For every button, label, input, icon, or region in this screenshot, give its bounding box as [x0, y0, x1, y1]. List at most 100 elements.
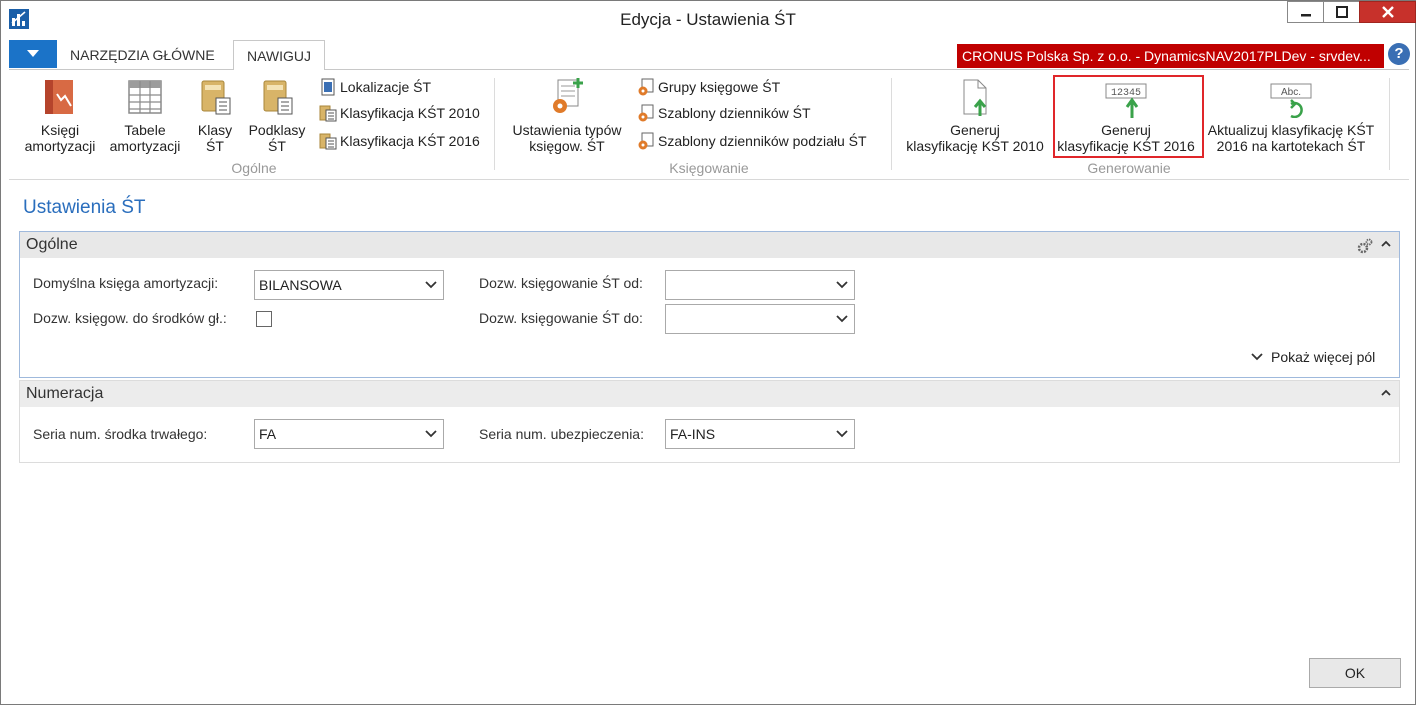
document-list-icon	[319, 104, 337, 122]
fa-nos-select[interactable]: FA	[254, 419, 444, 449]
ins-nos-value: FA-INS	[670, 426, 716, 442]
tab-home[interactable]: NARZĘDZIA GŁÓWNE	[57, 40, 228, 71]
classification-kst2010-button[interactable]: Klasyfikacja KŚT 2010	[319, 102, 480, 124]
group-separator	[891, 78, 892, 170]
depreciation-tables-button[interactable]: Tabele amortyzacji	[105, 76, 185, 154]
fasttab-general-header[interactable]: Ogólne	[20, 232, 1399, 258]
group-separator	[1389, 78, 1390, 170]
update-kst2016-button[interactable]: Abc. Aktualizuj klasyfikację KŚT 2016 na…	[1203, 76, 1379, 154]
label-line-1: Tabele	[124, 122, 166, 138]
ribbon: Księgi amortyzacji Tabele amortyzacji Kl…	[9, 70, 1409, 180]
gear-icon[interactable]	[1357, 237, 1373, 263]
allow-posting-from-select[interactable]	[665, 270, 855, 300]
journal-templates-button[interactable]: Szablony dzienników ŚT	[637, 102, 811, 124]
journal-templates-label: Szablony dzienników ŚT	[658, 105, 811, 121]
tab-navigate[interactable]: NAWIGUJ	[233, 40, 326, 71]
label-line-1: Księgi	[40, 122, 80, 138]
label-line-1: Klasy	[197, 122, 233, 138]
highlight-frame	[1053, 75, 1204, 158]
chevron-down-icon	[1251, 353, 1263, 361]
chevron-down-icon	[836, 430, 848, 438]
triangle-down-icon	[27, 50, 39, 57]
abc-icon-text: Abc.	[1281, 87, 1301, 98]
default-depr-book-value: BILANSOWA	[259, 277, 342, 293]
label-line-2: amortyzacji	[24, 138, 96, 154]
chevron-down-icon	[425, 430, 437, 438]
allow-posting-main-label: Dozw. księgow. do środków gł.:	[33, 310, 227, 326]
group-label-generate: Generowanie	[1087, 160, 1171, 176]
label-line-1: Podklasy	[248, 122, 306, 138]
book-stack-icon	[41, 76, 79, 118]
label-line-2: ŚT	[206, 138, 224, 154]
title-bar: Edycja - Ustawienia ŚT	[1, 1, 1416, 38]
classes-button[interactable]: Klasy ŚT	[189, 76, 241, 154]
ribbon-tabs: NARZĘDZIA GŁÓWNE NAWIGUJ CRONUS Polska S…	[9, 38, 1410, 71]
allow-posting-main-checkbox[interactable]	[256, 311, 272, 327]
help-icon[interactable]: ?	[1388, 43, 1410, 65]
fasttab-general-title: Ogólne	[26, 236, 78, 253]
abc-refresh-icon: Abc.	[1261, 76, 1321, 119]
gear-document-icon	[637, 132, 655, 150]
window: Edycja - Ustawienia ŚT NARZĘDZIA GŁÓWNE …	[0, 0, 1416, 705]
alloc-journal-templates-label: Szablony dzienników podziału ŚT	[658, 133, 867, 149]
ins-nos-select[interactable]: FA-INS	[665, 419, 855, 449]
fasttab-numbering-header[interactable]: Numeracja	[20, 381, 1399, 407]
application-menu-button[interactable]	[9, 40, 57, 68]
label-line-1: Generuj	[950, 122, 1000, 138]
chevron-down-icon	[836, 315, 848, 323]
show-more-fields-link[interactable]: Pokaż więcej pól	[1251, 349, 1375, 365]
allocation-journal-templates-button[interactable]: Szablony dzienników podziału ŚT	[637, 130, 867, 152]
kst2016-label: Klasyfikacja KŚT 2016	[340, 133, 480, 149]
allow-posting-to-label: Dozw. księgowanie ŚT do:	[479, 310, 643, 326]
chevron-down-icon	[836, 281, 848, 289]
label-line-2: klasyfikację KŚT 2010	[906, 138, 1044, 154]
allow-posting-from-label: Dozw. księgowanie ŚT od:	[479, 275, 643, 291]
window-title: Edycja - Ustawienia ŚT	[620, 10, 796, 29]
setup-gear-icon	[548, 76, 586, 118]
locations-label: Lokalizacje ŚT	[340, 79, 432, 95]
gear-document-icon	[637, 78, 655, 96]
label-line-1: Aktualizuj klasyfikację KŚT	[1207, 122, 1375, 138]
posting-groups-button[interactable]: Grupy księgowe ŚT	[637, 76, 780, 98]
label-line-2: ŚT	[268, 138, 286, 154]
folder-list-icon	[258, 76, 296, 118]
label-line-2: księgow. ŚT	[529, 138, 605, 154]
table-icon	[126, 76, 164, 118]
default-depr-book-select[interactable]: BILANSOWA	[254, 270, 444, 300]
document-arrow-icon	[956, 76, 994, 118]
fa-nos-value: FA	[259, 426, 277, 442]
default-depr-book-label: Domyślna księga amortyzacji:	[33, 275, 219, 291]
ok-button[interactable]: OK	[1309, 658, 1401, 688]
gear-document-icon	[637, 104, 655, 122]
posting-groups-label: Grupy księgowe ŚT	[658, 79, 781, 95]
folder-list-icon	[196, 76, 234, 118]
close-button[interactable]	[1359, 1, 1416, 23]
document-list-icon	[319, 78, 337, 96]
minimize-button[interactable]	[1287, 1, 1324, 23]
subclasses-button[interactable]: Podklasy ŚT	[243, 76, 311, 154]
company-banner: CRONUS Polska Sp. z o.o. - DynamicsNAV20…	[957, 44, 1384, 68]
show-more-label: Pokaż więcej pól	[1271, 349, 1376, 365]
chevron-down-icon	[425, 281, 437, 289]
group-label-posting: Księgowanie	[669, 160, 749, 176]
depreciation-books-button[interactable]: Księgi amortyzacji	[15, 76, 105, 154]
posting-type-setup-button[interactable]: Ustawienia typów księgow. ŚT	[503, 76, 631, 154]
chevron-up-icon[interactable]	[1381, 381, 1391, 407]
chevron-up-icon[interactable]	[1381, 232, 1391, 258]
group-label-general: Ogólne	[231, 160, 277, 176]
page-title: Ustawienia ŚT	[23, 197, 146, 218]
classification-kst2016-button[interactable]: Klasyfikacja KŚT 2016	[319, 130, 480, 152]
document-list-icon	[319, 132, 337, 150]
group-separator	[494, 78, 495, 170]
fasttab-numbering-title: Numeracja	[26, 385, 104, 402]
allow-posting-to-select[interactable]	[665, 304, 855, 334]
label-line-2: amortyzacji	[109, 138, 181, 154]
label-line-2: 2016 na kartotekach ŚT	[1216, 138, 1366, 154]
fa-nos-label: Seria num. środka trwałego:	[33, 426, 208, 442]
label-line-1: Ustawienia typów	[512, 122, 622, 138]
locations-button[interactable]: Lokalizacje ŚT	[319, 76, 431, 98]
kst2010-label: Klasyfikacja KŚT 2010	[340, 105, 480, 121]
generate-kst2010-button[interactable]: Generuj klasyfikację KŚT 2010	[901, 76, 1049, 154]
ins-nos-label: Seria num. ubezpieczenia:	[479, 426, 644, 442]
maximize-button[interactable]	[1323, 1, 1360, 23]
